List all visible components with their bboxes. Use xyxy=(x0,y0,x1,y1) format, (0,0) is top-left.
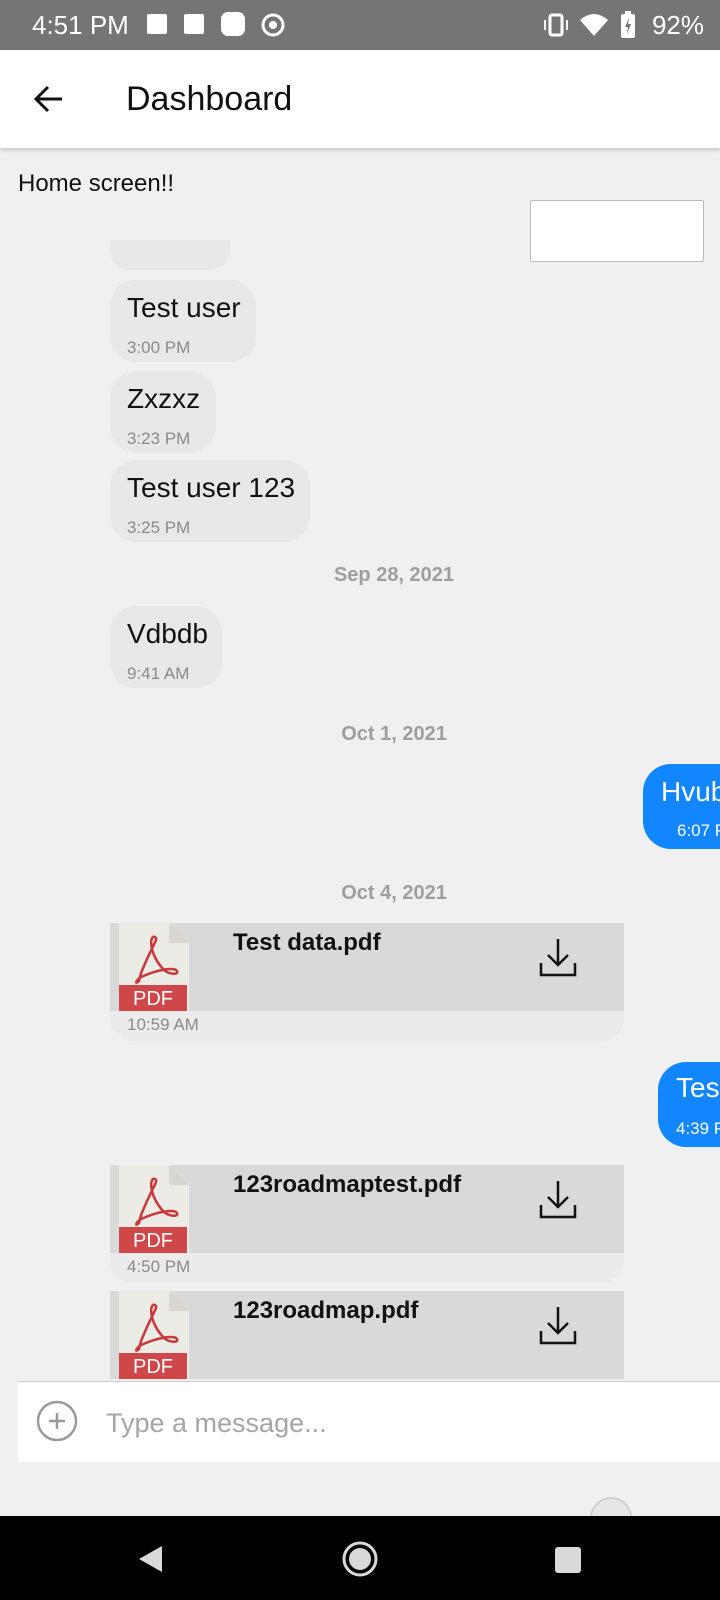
nav-recents-icon[interactable] xyxy=(554,1546,582,1574)
pdf-card[interactable]: PDF Test data.pdf xyxy=(110,923,624,1011)
message-text: Hvub xyxy=(661,776,720,807)
battery-icon xyxy=(621,11,635,38)
download-icon[interactable] xyxy=(538,1179,578,1221)
message-time: 3:25 PM xyxy=(127,518,191,537)
notification-icon xyxy=(184,14,204,34)
message-time: 10:59 AM xyxy=(127,1015,199,1034)
download-icon[interactable] xyxy=(538,937,578,979)
message-composer xyxy=(18,1381,720,1462)
battery-percent: 92% xyxy=(651,10,704,40)
message-time: 6:07 P xyxy=(677,821,720,840)
message-input[interactable] xyxy=(104,1402,708,1444)
nav-home-icon[interactable] xyxy=(341,1540,379,1578)
blank-card xyxy=(530,200,704,262)
attachment-name: Test data.pdf xyxy=(233,929,381,956)
page-title: Dashboard xyxy=(126,80,293,118)
message-bubble-incoming[interactable]: Vdbdb 9:41 AM xyxy=(110,606,222,688)
pdf-badge: PDF xyxy=(133,1230,173,1252)
date-separator: Oct 4, 2021 xyxy=(341,882,447,904)
message-time: 9:41 AM xyxy=(127,664,190,683)
notification-icon xyxy=(147,14,167,34)
message-bubble-outgoing[interactable]: Hvub 6:07 P xyxy=(643,764,720,849)
message-time: 4:50 PM xyxy=(127,1257,191,1276)
pdf-card[interactable]: PDF 123roadmap.pdf xyxy=(110,1291,624,1379)
app-bar: Dashboard xyxy=(0,50,720,148)
attachment-message[interactable]: PDF 123roadmaptest.pdf 4:50 PM xyxy=(110,1165,624,1283)
download-icon[interactable] xyxy=(538,1305,578,1347)
message-bubble-incoming xyxy=(110,240,230,270)
attachment-name: 123roadmap.pdf xyxy=(233,1297,419,1324)
add-attachment-icon[interactable] xyxy=(36,1400,78,1442)
message-text: Zxzxz xyxy=(127,383,201,414)
message-time: 3:00 PM xyxy=(127,338,191,357)
system-nav-bar xyxy=(0,1516,720,1600)
status-bar: 4:51 PM 92% xyxy=(0,0,720,50)
notification-icon xyxy=(221,12,245,36)
attachment-name: 123roadmaptest.pdf xyxy=(233,1171,462,1198)
message-bubble-incoming[interactable]: Zxzxz 3:23 PM xyxy=(110,371,216,453)
sync-icon xyxy=(261,13,285,37)
attachment-message[interactable]: PDF Test data.pdf 10:59 AM xyxy=(110,923,624,1041)
message-bubble-incoming[interactable]: Test user 3:00 PM xyxy=(110,280,256,362)
wifi-icon xyxy=(580,14,608,36)
vibrate-icon xyxy=(544,13,568,37)
pdf-card[interactable]: PDF 123roadmaptest.pdf xyxy=(110,1165,624,1253)
pdf-file-icon: PDF xyxy=(119,1165,189,1253)
pdf-file-icon: PDF xyxy=(119,923,189,1011)
attachment-message[interactable]: PDF 123roadmap.pdf xyxy=(110,1291,624,1379)
message-text: Vdbdb xyxy=(127,618,208,649)
status-time: 4:51 PM xyxy=(32,10,129,40)
pdf-badge: PDF xyxy=(133,988,173,1010)
message-time: 3:23 PM xyxy=(127,429,191,448)
message-text: Test user 123 xyxy=(127,472,296,503)
home-screen-label: Home screen!! xyxy=(18,170,175,197)
back-arrow-icon[interactable] xyxy=(32,82,66,116)
message-time: 4:39 P xyxy=(676,1119,720,1138)
message-text: Test user xyxy=(127,292,241,323)
date-separator: Oct 1, 2021 xyxy=(341,723,447,745)
pdf-badge: PDF xyxy=(133,1356,173,1378)
pdf-file-icon: PDF xyxy=(119,1291,189,1379)
message-bubble-outgoing[interactable]: Tes 4:39 P xyxy=(658,1062,720,1147)
date-separator: Sep 28, 2021 xyxy=(333,564,455,586)
message-text: Tes xyxy=(676,1072,720,1103)
nav-back-icon[interactable] xyxy=(136,1544,164,1574)
message-bubble-incoming[interactable]: Test user 123 3:25 PM xyxy=(110,460,310,542)
